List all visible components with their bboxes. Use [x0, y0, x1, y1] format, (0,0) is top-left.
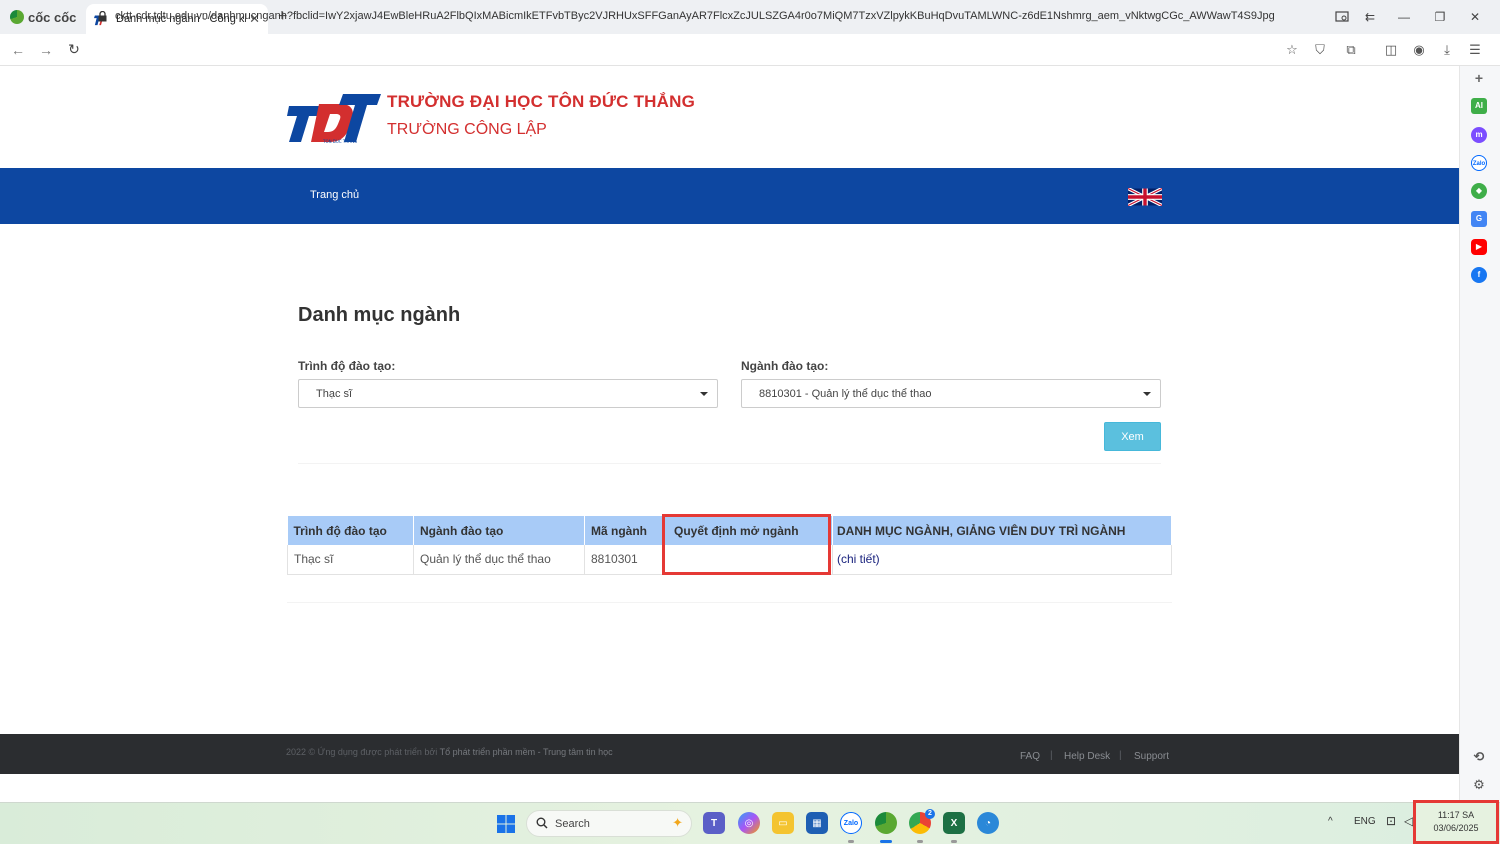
tdtu-logo[interactable]: TON DUC THANG — [287, 90, 381, 146]
app-running-indicator — [848, 840, 854, 843]
messenger-icon[interactable]: m — [1471, 127, 1487, 143]
excel-icon[interactable]: X — [943, 812, 965, 834]
chrome-icon[interactable]: 2 — [909, 809, 935, 834]
browser-brand-label: cốc cốc — [28, 9, 77, 25]
language-indicator[interactable]: ENG — [1354, 816, 1376, 827]
footer-separator: | — [1119, 750, 1122, 761]
chat-app-icon[interactable]: ◔ — [977, 812, 999, 834]
lock-icon — [98, 10, 107, 21]
app-running-indicator — [951, 840, 957, 843]
university-name: TRƯỜNG ĐẠI HỌC TÔN ĐỨC THẮNG — [387, 92, 696, 111]
store-icon[interactable]: ▦ — [806, 812, 828, 834]
settings-gear-icon[interactable]: ⚙ — [1471, 777, 1487, 793]
col-header-level: Trình độ đào tạo — [287, 516, 414, 545]
reload-icon[interactable]: ↻ — [60, 41, 88, 58]
page-title: Danh mục ngành — [298, 304, 461, 326]
chevron-down-icon — [700, 392, 708, 396]
taskbar-clock[interactable]: 11:17 SA 03/06/2025 — [1413, 800, 1499, 844]
view-button[interactable]: Xem — [1104, 422, 1161, 451]
major-label: Ngành đào tạo: — [741, 359, 829, 373]
major-select-value: 8810301 - Quản lý thể dục thể thao — [759, 387, 932, 400]
youtube-icon[interactable]: ▶ — [1471, 239, 1487, 255]
windows-start-icon[interactable] — [497, 815, 515, 833]
download-icon[interactable]: ⤓ — [1439, 42, 1455, 58]
level-select-value: Thạc sĩ — [316, 387, 353, 400]
browser-brand[interactable]: cốc cốc — [0, 0, 86, 34]
zalo-taskbar-icon[interactable]: Zalo — [840, 812, 862, 834]
history-icon[interactable]: ⟲ — [1471, 749, 1487, 765]
copilot-sparkle-icon: ✦ — [672, 815, 683, 830]
teams-icon[interactable]: T — [703, 812, 725, 834]
sidebar-add-icon[interactable]: + — [1471, 70, 1487, 86]
main-navbar: Trang chủ — [0, 168, 1459, 224]
menu-icon[interactable]: ☰ — [1467, 42, 1483, 58]
tab-search-icon[interactable]: ⇇ — [1354, 0, 1386, 34]
shield-icon[interactable]: ⛉ — [1312, 42, 1328, 58]
taskbar-search[interactable]: Search ✦ — [526, 810, 692, 837]
coccoc-taskbar-icon[interactable] — [875, 812, 897, 834]
copilot-icon[interactable]: ◎ — [738, 812, 760, 834]
uk-flag-icon[interactable] — [1128, 188, 1162, 206]
bookmark-star-icon[interactable]: ☆ — [1284, 42, 1300, 58]
url-field[interactable]: cktt-cdr.tdtu.edu.vn/danhmucnganh?fbclid… — [98, 7, 1278, 25]
cell-catalog: (chi tiết) — [832, 545, 1172, 575]
major-select[interactable]: 8810301 - Quản lý thể dục thể thao — [741, 379, 1161, 408]
minimize-icon[interactable]: — — [1388, 0, 1420, 34]
sidebar-ai-icon[interactable]: AI — [1471, 98, 1487, 114]
cell-code: 8810301 — [584, 545, 663, 575]
split-view-icon[interactable]: ◫ — [1383, 42, 1399, 58]
network-icon[interactable]: ⊡ — [1386, 814, 1396, 828]
browser-sidebar: + AI m Zalo ◆ G ▶ f ⟲ ⚙ — [1459, 66, 1500, 802]
app-active-indicator — [880, 840, 892, 843]
close-window-icon[interactable]: ✕ — [1459, 0, 1491, 34]
col-header-major: Ngành đào tạo — [413, 516, 585, 545]
footer-developer: Tổ phát triển phần mềm - Trung tâm tin h… — [439, 747, 613, 757]
web-page: TON DUC THANG TRƯỜNG ĐẠI HỌC TÔN ĐỨC THẮ… — [0, 66, 1459, 802]
detail-link[interactable]: (chi tiết) — [837, 552, 880, 566]
divider — [298, 463, 1161, 464]
site-header: TON DUC THANG TRƯỜNG ĐẠI HỌC TÔN ĐỨC THẮ… — [0, 66, 1459, 168]
footer-separator: | — [1050, 750, 1053, 761]
taskbar-search-placeholder: Search — [555, 817, 590, 830]
windows-taskbar: Search ✦ T ◎ ▭ ▦ Zalo 2 X ◔ ^ ENG ⊡ ◁ — [0, 802, 1500, 844]
extensions-icon[interactable]: ⧉ — [1343, 42, 1359, 58]
col-header-catalog: DANH MỤC NGÀNH, GIẢNG VIÊN DUY TRÌ NGÀNH — [832, 516, 1172, 545]
clock-date: 03/06/2025 — [1433, 823, 1479, 833]
search-icon — [536, 817, 548, 829]
cell-level: Thạc sĩ — [287, 545, 414, 575]
restore-icon[interactable]: ❐ — [1424, 0, 1456, 34]
back-icon[interactable]: ← — [4, 42, 32, 58]
zalo-icon[interactable]: Zalo — [1471, 155, 1487, 171]
footer-link-faq[interactable]: FAQ — [1020, 751, 1040, 762]
address-bar-row: ← → ↻ — [0, 34, 1500, 66]
facebook-icon[interactable]: f — [1471, 267, 1487, 283]
chevron-down-icon — [1143, 392, 1151, 396]
game-icon[interactable]: ◆ — [1471, 183, 1487, 199]
site-footer: 2022 © Ứng dụng được phát triển bởi Tổ p… — [0, 734, 1459, 774]
divider — [287, 602, 1172, 603]
nav-home-link[interactable]: Trang chủ — [310, 189, 359, 201]
forward-icon[interactable]: → — [32, 42, 60, 58]
university-subtitle: TRƯỜNG CÔNG LẬP — [387, 121, 547, 138]
url-text: cktt-cdr.tdtu.edu.vn/danhmucnganh?fbclid… — [115, 10, 1275, 22]
footer-copyright: 2022 © Ứng dụng được phát triển bởi Tổ p… — [286, 747, 613, 757]
volume-icon[interactable]: ◁ — [1404, 814, 1413, 828]
cell-major: Quản lý thể dục thể thao — [413, 545, 585, 575]
app-running-indicator — [917, 840, 923, 843]
footer-link-support[interactable]: Support — [1134, 751, 1169, 762]
profile-icon[interactable]: ◉ — [1411, 42, 1427, 58]
chrome-badge: 2 — [925, 809, 935, 819]
coccoc-logo-icon — [10, 10, 24, 24]
translate-icon[interactable]: G — [1471, 211, 1487, 227]
highlight-box-decision-column — [662, 514, 831, 575]
svg-text:TON DUC THANG: TON DUC THANG — [322, 139, 357, 144]
tray-overflow-chevron-icon[interactable]: ^ — [1328, 816, 1333, 827]
level-label: Trình độ đào tạo: — [298, 359, 396, 373]
col-header-code: Mã ngành — [584, 516, 663, 545]
file-explorer-icon[interactable]: ▭ — [772, 812, 794, 834]
level-select[interactable]: Thạc sĩ — [298, 379, 718, 408]
clock-time: 11:17 SA — [1437, 810, 1475, 820]
footer-link-helpdesk[interactable]: Help Desk — [1064, 751, 1110, 762]
